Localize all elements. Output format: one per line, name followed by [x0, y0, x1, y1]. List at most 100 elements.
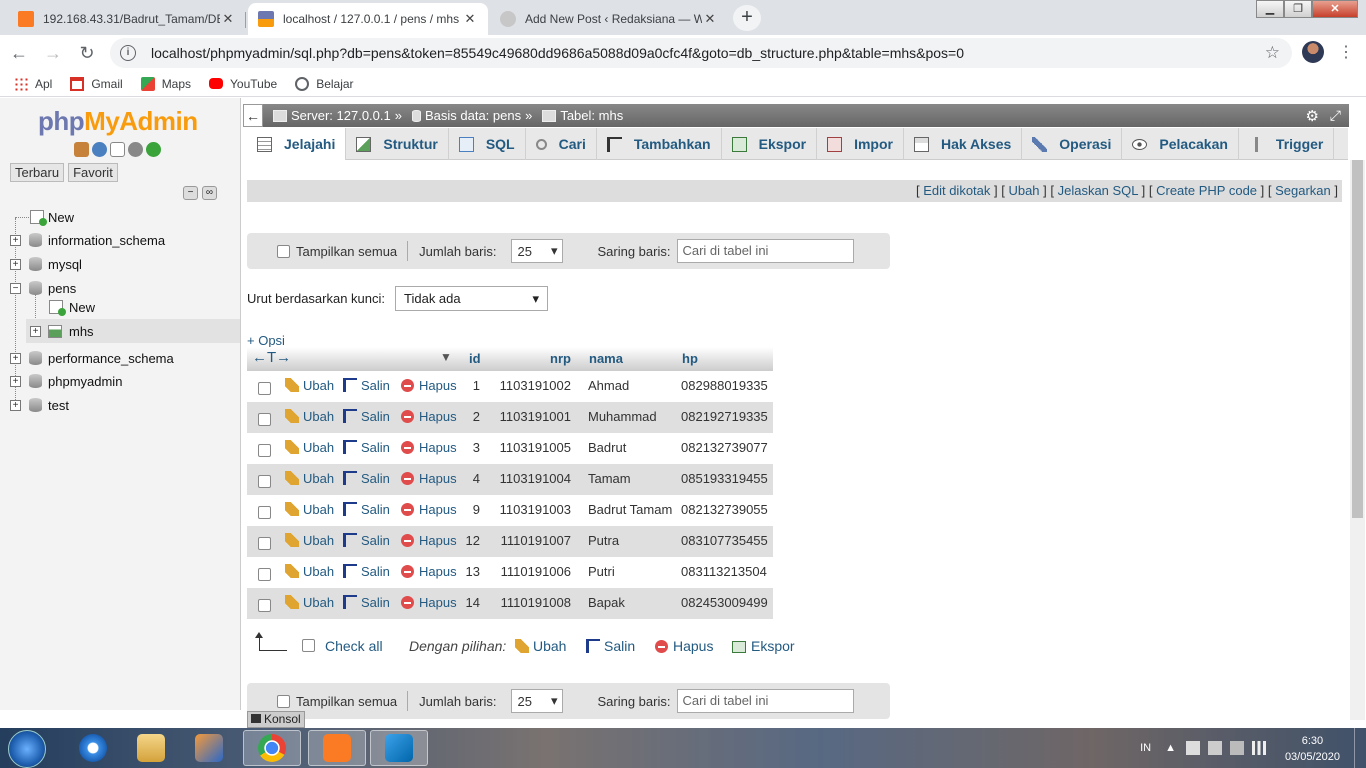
bookmark-belajar[interactable]: Belajar	[295, 76, 354, 91]
recent-tab[interactable]: Terbaru	[10, 163, 65, 182]
row-checkbox[interactable]	[258, 444, 271, 457]
copy-action[interactable]: Salin	[343, 502, 390, 517]
cell-hp[interactable]: 083107735455	[681, 533, 768, 548]
copy-action[interactable]: Salin	[343, 533, 390, 548]
expand-icon[interactable]: +	[10, 399, 21, 411]
maximize-button[interactable]: ❐	[1284, 0, 1312, 18]
breadcrumb-db[interactable]: Basis data: pens »	[411, 108, 532, 123]
collapse-all-icon[interactable]: −	[183, 186, 198, 200]
show-all-checkbox[interactable]	[277, 244, 290, 258]
cell-nama[interactable]: Muhammad	[588, 409, 657, 424]
cell-hp[interactable]: 085193319455	[681, 471, 768, 486]
clock[interactable]: 6:30 03/05/2020	[1285, 733, 1340, 765]
bookmark-apps[interactable]: Apl	[14, 76, 52, 91]
tray-arrow-icon[interactable]: ▲	[1165, 742, 1176, 754]
docs-icon[interactable]	[110, 142, 125, 157]
tab-triggers[interactable]: Trigger	[1239, 128, 1335, 160]
tab-insert[interactable]: Tambahkan	[597, 128, 722, 160]
edit-action[interactable]: Ubah	[285, 471, 334, 486]
tab-structure[interactable]: Struktur	[346, 128, 449, 160]
edit-action[interactable]: Ubah	[285, 564, 334, 579]
rows-select[interactable]: 25 ▾	[511, 239, 564, 263]
cell-hp[interactable]: 082132739077	[681, 440, 768, 455]
column-header-id[interactable]: id	[469, 351, 481, 366]
home-icon[interactable]	[74, 142, 89, 157]
reload-icon[interactable]: ↻	[72, 43, 102, 64]
bulk-copy-button[interactable]: Salin	[586, 638, 635, 654]
cell-hp[interactable]: 082453009499	[681, 595, 768, 610]
cell-nrp[interactable]: 1103191001	[500, 409, 571, 424]
cell-nama[interactable]: Ahmad	[588, 378, 629, 393]
favorite-tab[interactable]: Favorit	[68, 163, 118, 182]
row-checkbox[interactable]	[258, 568, 271, 581]
cell-nrp[interactable]: 1103191003	[500, 502, 571, 517]
tab-import[interactable]: Impor	[817, 128, 904, 160]
bookmark-maps[interactable]: Maps	[140, 76, 191, 91]
copy-action[interactable]: Salin	[343, 471, 390, 486]
row-checkbox[interactable]	[258, 599, 271, 612]
network-icon[interactable]	[1252, 741, 1266, 755]
close-icon[interactable]: ✕	[702, 11, 718, 27]
cell-nrp[interactable]: 1110191006	[501, 564, 571, 579]
tree-item-pens-new[interactable]: New	[0, 295, 241, 319]
tree-item-mhs[interactable]: + mhs	[26, 319, 240, 343]
tree-item-phpmyadmin[interactable]: + phpmyadmin	[0, 369, 241, 393]
cell-id[interactable]: 3	[473, 440, 480, 455]
cell-hp[interactable]: 082132739055	[681, 502, 768, 517]
edit-action[interactable]: Ubah	[285, 409, 334, 424]
browser-menu-icon[interactable]: ⋮	[1338, 42, 1354, 62]
cell-id[interactable]: 1	[473, 378, 480, 393]
delete-action[interactable]: Hapus	[401, 378, 457, 393]
link-with-main-icon[interactable]: ∞	[202, 186, 217, 200]
delete-action[interactable]: Hapus	[401, 533, 457, 548]
row-checkbox[interactable]	[258, 413, 271, 426]
copy-action[interactable]: Salin	[343, 378, 390, 393]
row-checkbox[interactable]	[258, 506, 271, 519]
cell-nrp[interactable]: 1103191005	[500, 440, 571, 455]
url-text[interactable]: localhost/phpmyadmin/sql.php?db=pens&tok…	[151, 45, 964, 61]
edit-action[interactable]: Ubah	[285, 440, 334, 455]
settings-gear-icon[interactable]: ⚙	[1306, 107, 1319, 125]
cell-nama[interactable]: Badrut Tamam	[588, 502, 672, 517]
delete-action[interactable]: Hapus	[401, 471, 457, 486]
bulk-edit-button[interactable]: Ubah	[515, 638, 566, 654]
row-checkbox[interactable]	[258, 537, 271, 550]
cell-id[interactable]: 14	[466, 595, 480, 610]
cell-id[interactable]: 9	[473, 502, 480, 517]
taskbar-xampp[interactable]	[308, 730, 366, 766]
copy-action[interactable]: Salin	[343, 564, 390, 579]
expand-icon[interactable]: +	[10, 234, 21, 246]
cell-nrp[interactable]: 1110191007	[501, 533, 571, 548]
taskbar-vscode[interactable]	[370, 730, 428, 766]
window-close-button[interactable]: ✕	[1312, 0, 1358, 18]
row-checkbox[interactable]	[258, 382, 271, 395]
cell-id[interactable]: 13	[466, 564, 480, 579]
create-php-code-link[interactable]: Create PHP code	[1156, 183, 1257, 198]
check-all-checkbox[interactable]	[302, 639, 315, 652]
browser-tab[interactable]: 192.168.43.31/Badrut_Tamam/DB ✕	[8, 3, 246, 35]
back-icon[interactable]: ←	[4, 43, 34, 64]
cell-nrp[interactable]: 1103191002	[500, 378, 571, 393]
edit-action[interactable]: Ubah	[285, 595, 334, 610]
show-desktop-button[interactable]	[1354, 728, 1366, 768]
edit-action[interactable]: Ubah	[285, 502, 334, 517]
flag-icon[interactable]	[1186, 741, 1200, 755]
console-toggle[interactable]: Konsol	[247, 711, 305, 728]
expand-icon[interactable]: +	[10, 258, 21, 270]
copy-action[interactable]: Salin	[343, 440, 390, 455]
cell-nama[interactable]: Tamam	[588, 471, 631, 486]
scrollbar-thumb[interactable]	[1352, 160, 1363, 518]
tab-sql[interactable]: SQL	[449, 128, 526, 160]
tab-search[interactable]: Cari	[526, 128, 597, 160]
tree-item-mysql[interactable]: + mysql	[0, 252, 241, 276]
delete-action[interactable]: Hapus	[401, 595, 457, 610]
close-icon[interactable]: ✕	[462, 11, 478, 27]
filter-input[interactable]: Cari di tabel ini	[677, 239, 855, 263]
close-icon[interactable]: ✕	[220, 11, 236, 27]
sort-triangle-icon[interactable]: ▼	[440, 350, 452, 364]
filter-input[interactable]: Cari di tabel ini	[677, 689, 855, 713]
phpmyadmin-logo[interactable]: phpMyAdmin	[38, 106, 198, 137]
column-header-hp[interactable]: hp	[682, 351, 698, 366]
profile-avatar[interactable]	[1302, 41, 1324, 63]
delete-action[interactable]: Hapus	[401, 502, 457, 517]
